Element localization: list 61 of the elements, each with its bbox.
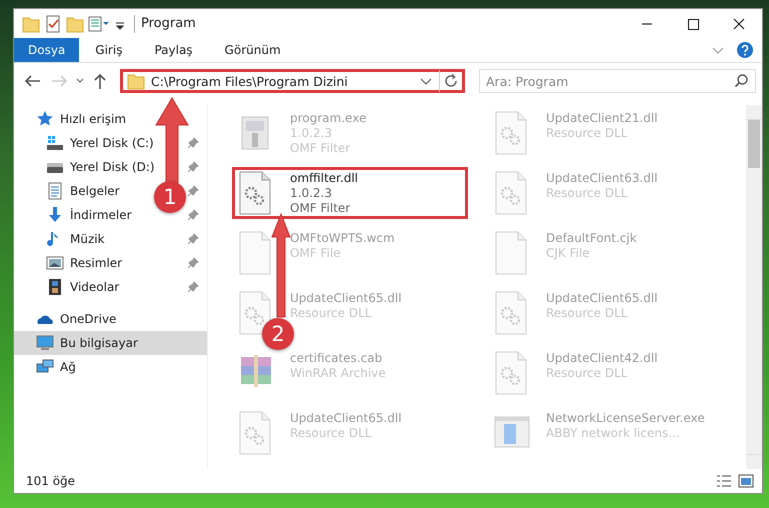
pin-icon[interactable] xyxy=(187,257,199,269)
search-icon xyxy=(734,74,748,88)
file-detail: CJK File xyxy=(546,246,591,260)
pin-icon[interactable] xyxy=(187,233,199,245)
file-detail: Resource DLL xyxy=(546,126,628,140)
scrollbar[interactable] xyxy=(746,105,762,469)
ribbon-tab[interactable]: Paylaş xyxy=(138,38,209,62)
down-arrow-icon xyxy=(46,206,64,224)
film-icon xyxy=(46,278,64,296)
ribbon-tab[interactable]: Giriş xyxy=(79,38,138,62)
sidebar-item[interactable]: Belgeler xyxy=(46,179,120,203)
file-detail: OMF File xyxy=(290,246,342,260)
sidebar-item[interactable]: Yerel Disk (C:) xyxy=(46,131,154,155)
sidebar-item[interactable]: Hızlı erişim xyxy=(36,107,126,131)
sidebar-item[interactable]: OneDrive xyxy=(36,307,116,331)
file-detail: Resource DLL xyxy=(546,186,628,200)
file-name[interactable]: omffilter.dll xyxy=(290,171,358,185)
search-field[interactable]: Ara: Program xyxy=(479,69,756,93)
file-tile[interactable]: omffilter.dll 1.0.2.3 OMF Filter xyxy=(232,167,468,219)
star-icon xyxy=(36,110,54,128)
pin-icon[interactable] xyxy=(187,137,199,149)
ribbon-tab[interactable]: Dosya xyxy=(14,38,80,62)
help-icon[interactable] xyxy=(736,41,754,59)
folder-icon[interactable] xyxy=(22,14,40,32)
document-icon xyxy=(46,182,64,200)
scrollbar-thumb[interactable] xyxy=(748,120,760,168)
folder-icon[interactable] xyxy=(66,14,84,32)
sidebar-item[interactable]: İndirmeler xyxy=(46,203,132,227)
pin-icon[interactable] xyxy=(187,281,199,293)
file-detail: 1.0.2.3 xyxy=(290,186,333,200)
item-count: 101 öğe xyxy=(26,474,76,488)
sidebar-item[interactable]: Yerel Disk (D:) xyxy=(46,155,155,179)
sidebar-item[interactable]: Müzik xyxy=(46,227,105,251)
picture-icon xyxy=(46,254,64,272)
drive-icon xyxy=(46,134,64,152)
address-bar[interactable]: C:\Program Files\Program Dizini xyxy=(120,69,465,93)
file-detail: Resource DLL xyxy=(546,306,628,320)
file-detail: OMF Filter xyxy=(290,141,352,155)
file-detail: ABBY network licens... xyxy=(546,426,681,440)
details-view-icon[interactable] xyxy=(716,474,732,488)
large-icons-view-icon[interactable] xyxy=(738,474,754,488)
sidebar-item[interactable]: Ağ xyxy=(36,355,76,379)
sidebar-item[interactable]: Resimler xyxy=(46,251,122,275)
window-title: Program xyxy=(141,16,197,31)
properties-icon[interactable] xyxy=(88,14,110,32)
pin-icon[interactable] xyxy=(187,185,199,197)
file-detail: Resource DLL xyxy=(290,306,372,320)
file-detail: WinRAR Archive xyxy=(290,366,386,380)
address-path: C:\Program Files\Program Dizini xyxy=(151,74,349,88)
monitor-icon xyxy=(36,334,54,352)
file-detail: Resource DLL xyxy=(546,366,628,380)
pin-icon[interactable] xyxy=(187,209,199,221)
arrow-icon xyxy=(271,213,291,318)
sidebar-item[interactable]: Videolar xyxy=(46,275,120,299)
file-detail: OMF Filter xyxy=(290,201,352,215)
ribbon-tab[interactable]: Görünüm xyxy=(208,38,297,62)
file-detail: Resource DLL xyxy=(290,426,372,440)
checklist-icon[interactable] xyxy=(44,14,62,32)
pin-icon[interactable] xyxy=(187,161,199,173)
file-detail: 1.0.2.3 xyxy=(290,126,333,140)
folder-icon xyxy=(127,72,145,90)
